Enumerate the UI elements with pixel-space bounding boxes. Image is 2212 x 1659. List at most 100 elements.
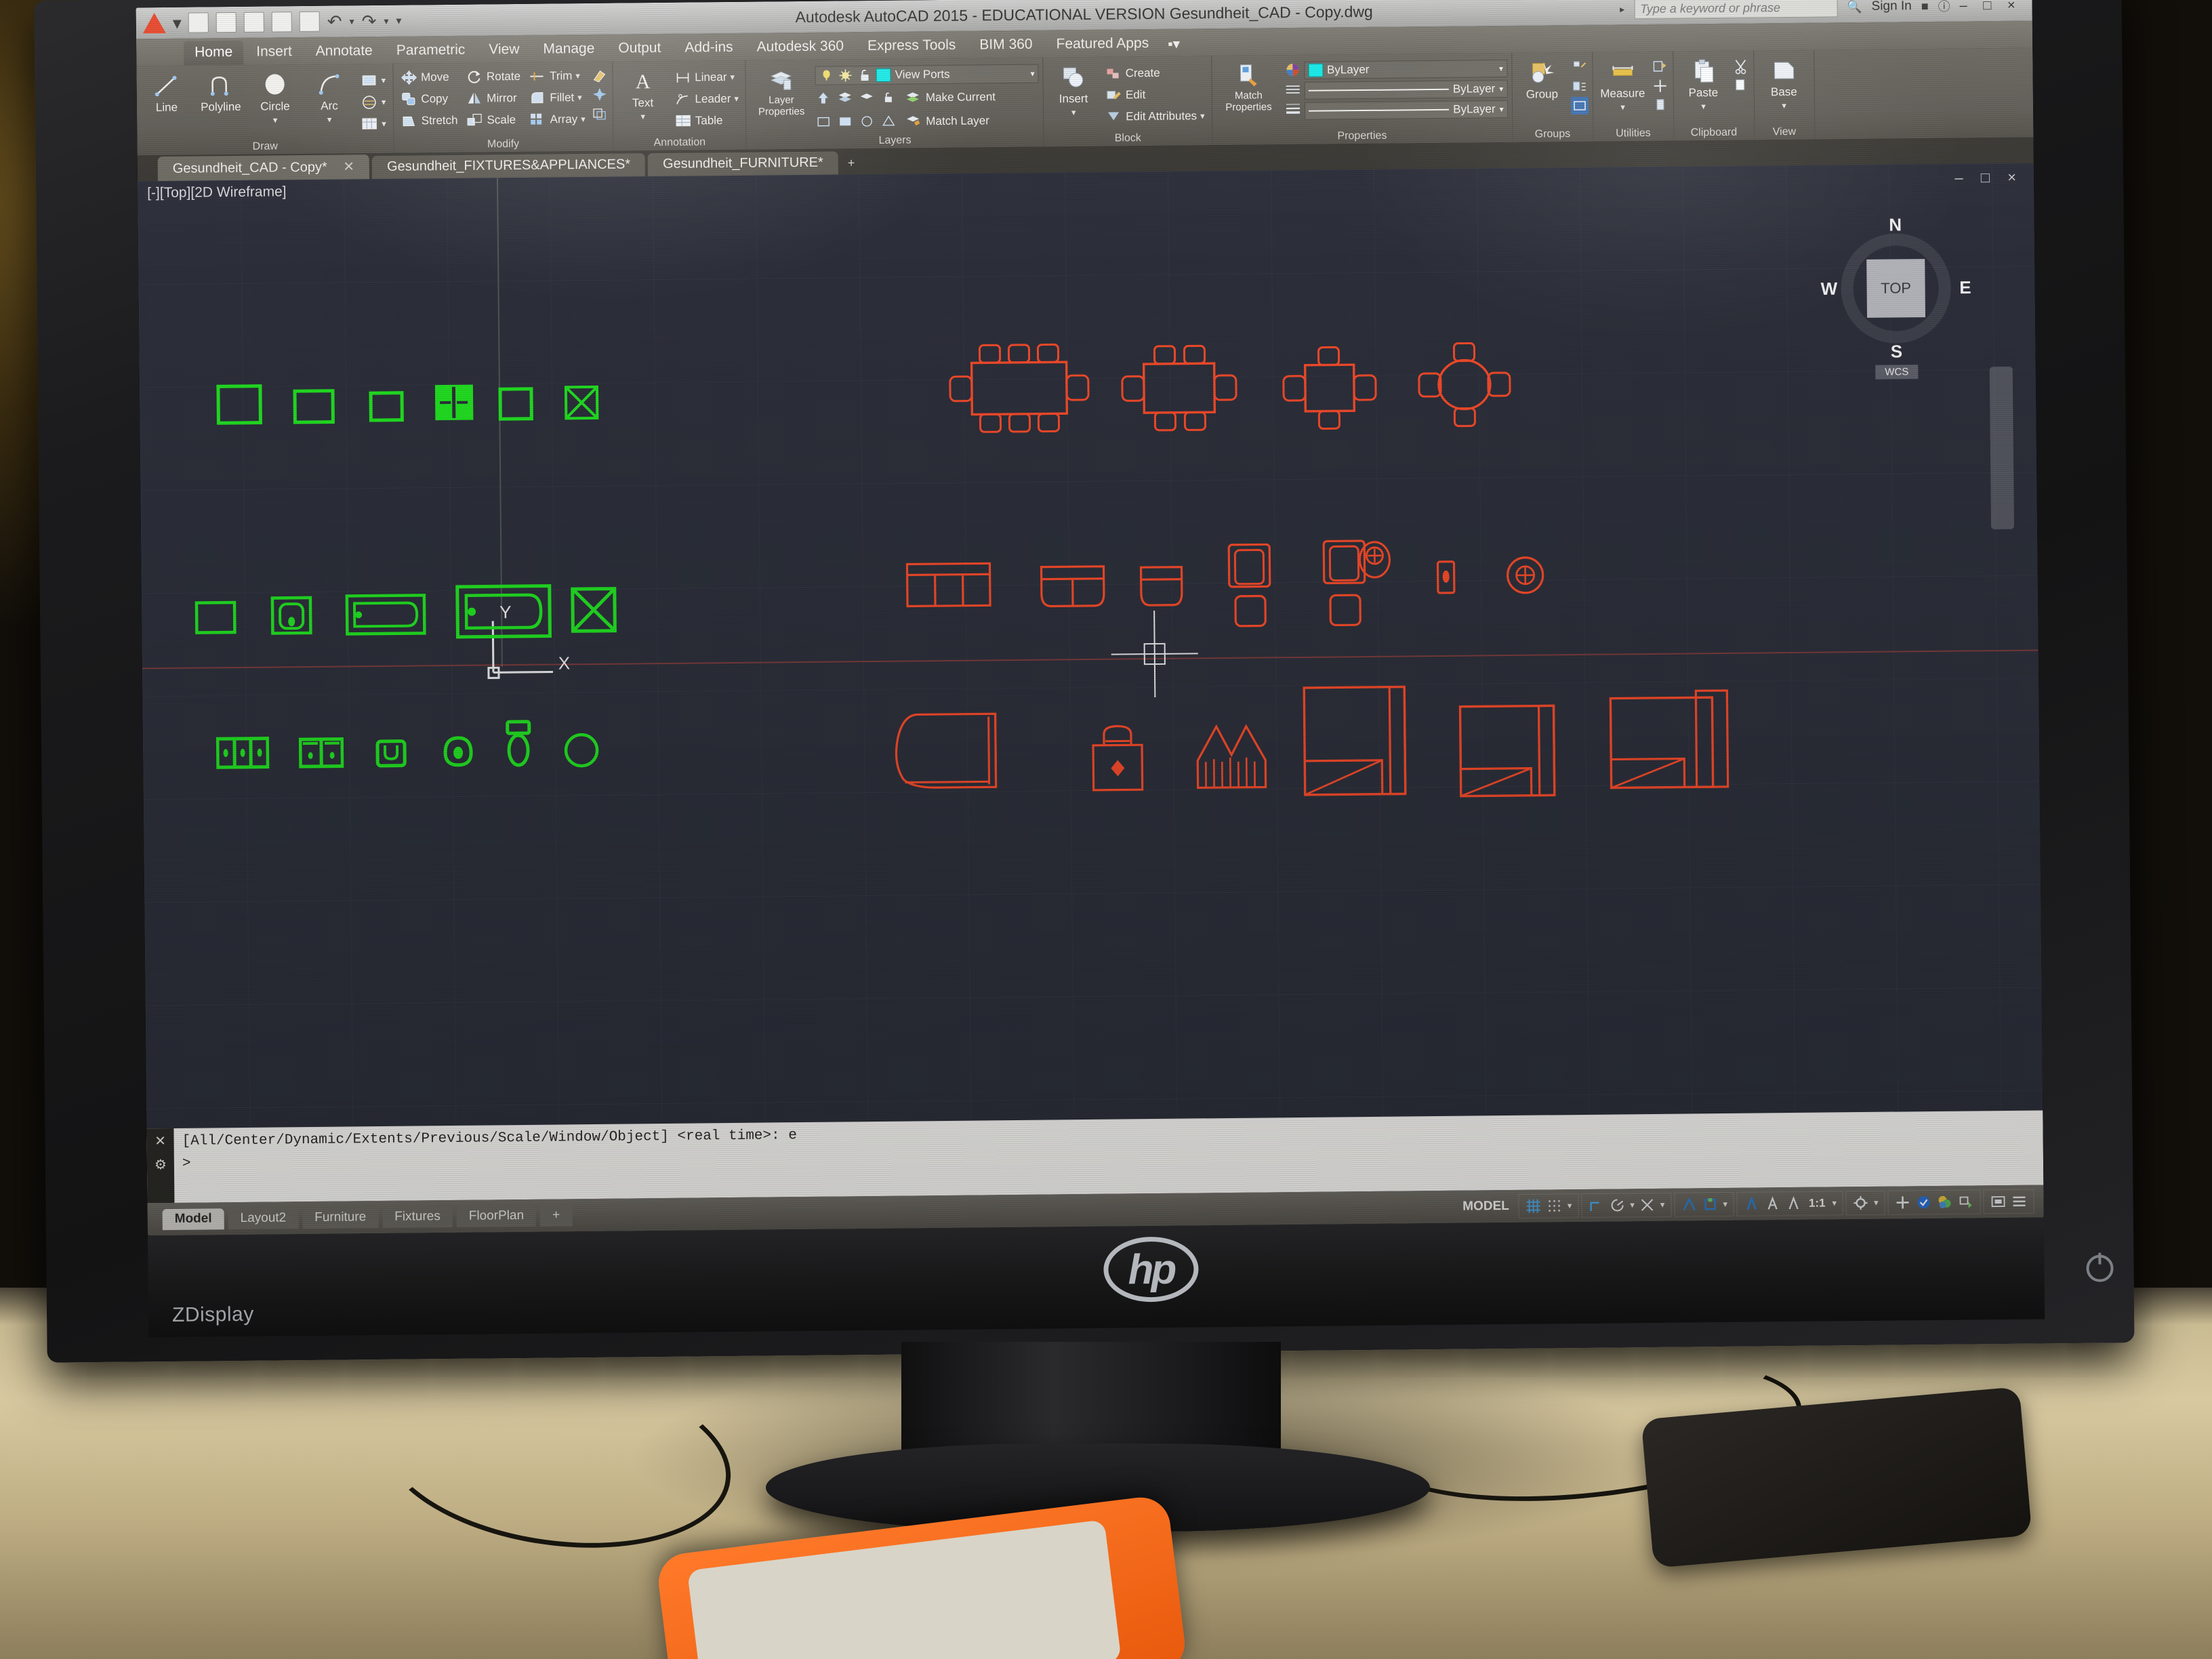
close-icon[interactable]: ✕ xyxy=(331,159,354,174)
point-style-icon[interactable] xyxy=(1651,77,1668,95)
new-icon[interactable] xyxy=(188,12,209,33)
edit-block-button[interactable]: Edit xyxy=(1102,84,1208,105)
circle-button[interactable]: Circle ▾ xyxy=(249,68,301,126)
clean-screen-icon[interactable] xyxy=(1936,1194,1952,1210)
arc-dropdown-icon[interactable]: ▾ xyxy=(327,115,332,125)
ortho-mode-toggle[interactable] xyxy=(1588,1197,1604,1214)
furniture-block-bar-cabinet[interactable] xyxy=(1085,722,1151,793)
polyline-button[interactable]: Polyline xyxy=(194,69,247,115)
insert-block-button[interactable]: Insert ▾ xyxy=(1047,61,1099,119)
furniture-block-armchair-ottoman[interactable] xyxy=(1225,541,1273,629)
array-button[interactable]: Array ▾ xyxy=(526,109,588,130)
properties-color-wheel-icon[interactable] xyxy=(1284,62,1301,80)
app-menu-chevron-icon[interactable]: ▾ xyxy=(173,12,182,33)
snap-dropdown-icon[interactable]: ▾ xyxy=(1568,1200,1572,1211)
layer-lock-small-icon[interactable] xyxy=(880,89,898,107)
quick-select-icon[interactable] xyxy=(1651,58,1668,76)
ribbon-tab-manage[interactable]: Manage xyxy=(532,37,605,62)
customization-menu-icon[interactable] xyxy=(2011,1193,2027,1210)
viewport-window-controls[interactable]: – □ × xyxy=(1954,169,2023,187)
leader-button[interactable]: Leader ▾ xyxy=(671,89,741,110)
furniture-block-plant-block[interactable] xyxy=(1193,716,1270,792)
trim-dropdown-icon[interactable]: ▾ xyxy=(575,70,580,81)
layer-dropdown-chevron-icon[interactable]: ▾ xyxy=(1031,69,1035,79)
table-button[interactable]: Table xyxy=(672,110,742,131)
layer-match-c-icon[interactable] xyxy=(859,113,876,131)
paste-button[interactable]: Paste ▾ xyxy=(1677,55,1729,112)
viewcube-south-label[interactable]: S xyxy=(1891,341,1903,362)
lineweight-dropdown-chevron-icon[interactable]: ▾ xyxy=(1499,104,1503,114)
make-current-button[interactable]: Make Current xyxy=(902,87,998,108)
utilities-panel-title[interactable]: Utilities xyxy=(1597,127,1669,142)
fixture-block-small-sink-block[interactable] xyxy=(270,596,313,636)
snap-mode-toggle[interactable] xyxy=(1547,1197,1563,1214)
match-layer-button[interactable]: Match Layer xyxy=(902,110,992,131)
measure-button[interactable]: Measure ▾ xyxy=(1597,56,1649,113)
drawing-canvas[interactable]: [-][Top][2D Wireframe] – □ × TOP N E S W… xyxy=(137,163,2043,1129)
fixture-block-bathtub-large-block[interactable] xyxy=(455,584,552,639)
annotation-panel-title[interactable]: Annotation xyxy=(617,136,742,151)
furniture-block-armchair-lamp[interactable] xyxy=(1320,538,1395,628)
explode-icon[interactable] xyxy=(590,86,608,104)
leader-dropdown-icon[interactable]: ▾ xyxy=(734,94,739,104)
base-view-button[interactable]: Base ▾ xyxy=(1758,54,1810,112)
workspace-switching-icon[interactable] xyxy=(1853,1195,1869,1211)
workspace-dropdown-icon[interactable]: ▾ xyxy=(1874,1197,1879,1208)
layer-color-swatch[interactable] xyxy=(876,68,891,82)
save-as-icon[interactable] xyxy=(271,12,292,33)
measure-dropdown-icon[interactable]: ▾ xyxy=(1620,102,1625,112)
fullscreen-icon[interactable] xyxy=(1990,1193,2006,1210)
hatch-dropdown-icon[interactable]: ▾ xyxy=(382,97,386,108)
annotation-scale-value[interactable]: 1:1 xyxy=(1807,1197,1828,1210)
layer-freeze-icon[interactable] xyxy=(838,68,853,83)
ribbon-tab-view[interactable]: View xyxy=(478,38,530,63)
color-dropdown[interactable]: ByLayer ▾ xyxy=(1303,59,1508,79)
undo-dropdown-icon[interactable]: ▾ xyxy=(350,16,354,27)
viewcube-north-label[interactable]: N xyxy=(1889,214,1902,235)
object-snap-toggle[interactable] xyxy=(1681,1196,1697,1212)
ribbon-tab-featured-apps[interactable]: Featured Apps xyxy=(1045,32,1160,58)
text-dropdown-icon[interactable]: ▾ xyxy=(640,111,645,122)
circle-dropdown-icon[interactable]: ▾ xyxy=(273,115,278,125)
ribbon-tab-output[interactable]: Output xyxy=(607,37,672,62)
furniture-block-round-table-4-seat[interactable] xyxy=(1413,339,1515,430)
rectangle-dropdown-icon[interactable]: ▾ xyxy=(382,75,386,86)
viewport-label[interactable]: [-][Top][2D Wireframe] xyxy=(147,184,287,201)
paste-dropdown-icon[interactable]: ▾ xyxy=(1701,101,1706,112)
layer-unisolate-icon[interactable] xyxy=(859,89,876,107)
fixture-block-rect-block-medium[interactable] xyxy=(292,388,336,426)
table-draw-dropdown-icon[interactable]: ▾ xyxy=(382,119,386,129)
fillet-dropdown-icon[interactable]: ▾ xyxy=(577,92,582,103)
navigation-bar[interactable] xyxy=(1989,366,2015,530)
clipboard-panel-title[interactable]: Clipboard xyxy=(1678,127,1750,141)
layer-lock-icon[interactable] xyxy=(857,68,872,83)
move-button[interactable]: Move xyxy=(397,67,460,88)
plot-icon[interactable] xyxy=(299,11,320,33)
ungroup-icon[interactable] xyxy=(1570,59,1588,77)
create-block-button[interactable]: Create xyxy=(1101,62,1207,83)
fixture-block-shower-block[interactable] xyxy=(570,586,618,634)
furniture-block-armchair[interactable] xyxy=(1137,563,1185,610)
linetype-dropdown-chevron-icon[interactable]: ▾ xyxy=(1499,84,1503,94)
furniture-block-sofa-3-seat[interactable] xyxy=(904,559,993,610)
properties-lineweight-icon[interactable] xyxy=(1284,100,1301,118)
ribbon-tab-addins[interactable]: Add-ins xyxy=(674,36,744,61)
sign-in-button[interactable]: Sign In xyxy=(1871,0,1911,14)
furniture-block-grand-piano[interactable] xyxy=(888,710,1010,792)
text-button[interactable]: A Text ▾ xyxy=(617,65,669,123)
undo-icon[interactable]: ↶ xyxy=(327,11,342,32)
exchange-apps-icon[interactable]: ■ xyxy=(1921,0,1929,14)
copy-button[interactable]: Copy xyxy=(397,89,460,110)
ribbon-tab-bim360[interactable]: BIM 360 xyxy=(968,33,1044,58)
ribbon-tab-annotate[interactable]: Annotate xyxy=(305,39,384,64)
line-button[interactable]: Line xyxy=(140,70,192,115)
graphics-performance-icon[interactable] xyxy=(1957,1193,1973,1210)
help-icon[interactable]: ⓘ xyxy=(1938,0,1950,15)
fixture-block-triple-sink-block[interactable] xyxy=(216,736,270,771)
save-icon[interactable] xyxy=(243,12,264,33)
osnap-tracking-dropdown-icon[interactable]: ▾ xyxy=(1660,1200,1665,1210)
object-snap-tracking-toggle[interactable] xyxy=(1639,1197,1656,1213)
layout-tab-furniture[interactable]: Furniture xyxy=(302,1206,379,1229)
linetype-dropdown[interactable]: ByLayer ▾ xyxy=(1304,79,1508,100)
block-panel-title[interactable]: Block xyxy=(1048,131,1208,146)
